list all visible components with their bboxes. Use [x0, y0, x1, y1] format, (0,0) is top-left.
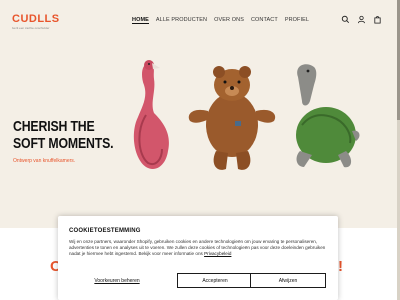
cookie-title: COOKIETOESTEMMING: [69, 228, 141, 234]
nav-item-profiel[interactable]: PROFIEL: [285, 17, 309, 24]
nav-item-over-ons[interactable]: OVER ONS: [214, 17, 244, 24]
nav-item-home[interactable]: HOME: [132, 17, 149, 24]
manage-preferences-button[interactable]: Voorkeuren beheren: [69, 273, 165, 288]
privacy-policy-link[interactable]: Privacybeleid: [204, 251, 231, 256]
brand-name: CUDLLS: [12, 13, 60, 25]
header-icons: [341, 15, 382, 24]
brand-tagline: bezit een zachte onschulder: [12, 26, 50, 30]
cookie-consent-dialog: COOKIETOESTEMMING Wij en onze partners, …: [58, 216, 338, 300]
site-header: CUDLLS bezit een zachte onschulder HOME …: [0, 0, 400, 42]
accept-button[interactable]: Accepteren: [177, 273, 253, 288]
brand-logo[interactable]: CUDLLS bezit een zachte onschulder: [12, 13, 60, 31]
turtle-toy: [296, 64, 360, 168]
hero-toys-image: [133, 60, 360, 170]
bear-toy: [188, 66, 276, 170]
below-fold-heading-end: !: [338, 258, 343, 275]
cart-icon[interactable]: [373, 15, 382, 24]
nav-item-contact[interactable]: CONTACT: [251, 17, 278, 24]
hero-title: CHERISH THE SOFT MOMENTS.: [13, 118, 128, 152]
main-nav: HOME ALLE PRODUCTEN OVER ONS CONTACT PRO…: [132, 17, 309, 24]
hero-title-line-1: CHERISH THE: [13, 118, 95, 135]
account-icon[interactable]: [357, 15, 366, 24]
search-icon[interactable]: [341, 15, 350, 24]
flamingo-toy: [133, 60, 169, 170]
hero-title-line-2: SOFT MOMENTS.: [13, 135, 114, 152]
hero-subtitle: Ontwerp van knuffelkamers.: [13, 158, 76, 164]
cookie-body: Wij en onze partners, waaronder Shopify,…: [69, 239, 331, 257]
nav-item-alle-producten[interactable]: ALLE PRODUCTEN: [156, 17, 207, 24]
cookie-body-text: Wij en onze partners, waaronder Shopify,…: [69, 239, 326, 256]
reject-button[interactable]: Afwijzen: [250, 273, 326, 288]
